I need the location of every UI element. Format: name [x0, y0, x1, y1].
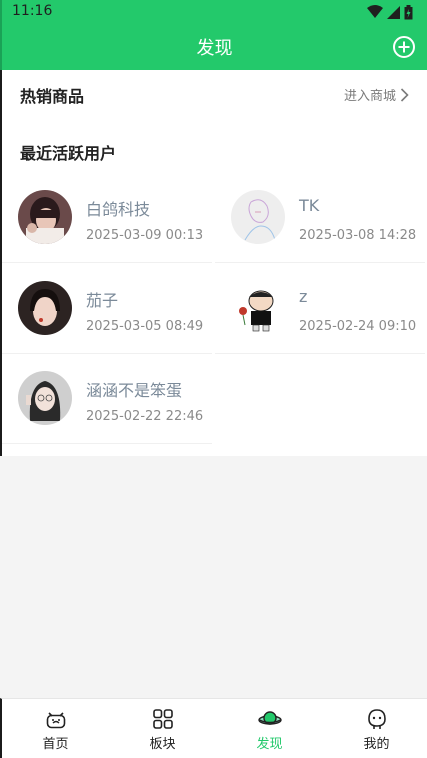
user-name: TK — [299, 196, 320, 215]
status-bar: 11:16 — [0, 0, 427, 24]
wifi-icon — [367, 5, 383, 18]
user-time: 2025-02-22 22:46 — [86, 409, 204, 424]
avatar — [18, 190, 72, 244]
user-card[interactable]: 涵涵不是笨蛋 2025-02-22 22:46 — [2, 354, 212, 444]
status-time: 11:16 — [12, 3, 53, 19]
user-card[interactable]: 茄子 2025-03-05 08:49 — [2, 264, 212, 354]
bottom-tab-bar: 首页 板块 发现 我的 — [0, 698, 427, 758]
hot-products-title: 热销商品 — [20, 87, 85, 106]
user-card[interactable]: TK 2025-03-08 14:28 — [215, 173, 425, 263]
avatar — [231, 281, 285, 335]
tab-home[interactable]: 首页 — [2, 699, 109, 757]
battery-icon — [404, 4, 413, 19]
user-name: 茄子 — [86, 291, 119, 310]
add-icon[interactable] — [391, 34, 417, 60]
tab-label: 首页 — [42, 737, 69, 752]
status-icons — [367, 4, 413, 20]
tab-discover[interactable]: 发现 — [216, 699, 323, 757]
user-time: 2025-03-09 00:13 — [86, 228, 204, 243]
user-card[interactable]: z 2025-02-24 09:10 — [215, 264, 425, 354]
active-users-title: 最近活跃用户 — [20, 144, 117, 163]
home-face-icon — [46, 712, 65, 729]
page-title: 发现 — [196, 38, 233, 59]
tab-label: 发现 — [256, 737, 283, 752]
enter-shop-label: 进入商城 — [343, 89, 396, 104]
tab-mine[interactable]: 我的 — [323, 699, 427, 757]
hot-products-row: 热销商品 进入商城 — [20, 83, 409, 107]
planet-icon — [257, 711, 282, 725]
user-time: 2025-03-05 08:49 — [86, 319, 204, 334]
user-card[interactable]: 白鸽科技 2025-03-09 00:13 — [2, 173, 212, 263]
user-time: 2025-03-08 14:28 — [299, 228, 417, 243]
active-users-row: 最近活跃用户 — [20, 140, 409, 164]
grid-icon — [152, 709, 173, 729]
discover-content: 热销商品 进入商城 最近活跃用户 白鸽科技 2025-03-09 00:13 T… — [0, 70, 427, 456]
avatar — [18, 281, 72, 335]
tab-boards[interactable]: 板块 — [109, 699, 216, 757]
user-time: 2025-02-24 09:10 — [299, 319, 417, 334]
user-name: 涵涵不是笨蛋 — [86, 381, 183, 400]
profile-face-icon — [367, 709, 386, 729]
user-name: 白鸽科技 — [86, 200, 151, 219]
signal-icon — [387, 5, 400, 19]
tab-label: 板块 — [149, 737, 176, 752]
app-header: 发现 — [0, 24, 427, 70]
user-name: z — [299, 287, 308, 306]
chevron-right-icon — [400, 87, 409, 102]
tab-label: 我的 — [363, 737, 390, 752]
avatar — [231, 190, 285, 244]
enter-shop-link[interactable]: 进入商城 — [344, 85, 409, 104]
avatar — [18, 371, 72, 425]
